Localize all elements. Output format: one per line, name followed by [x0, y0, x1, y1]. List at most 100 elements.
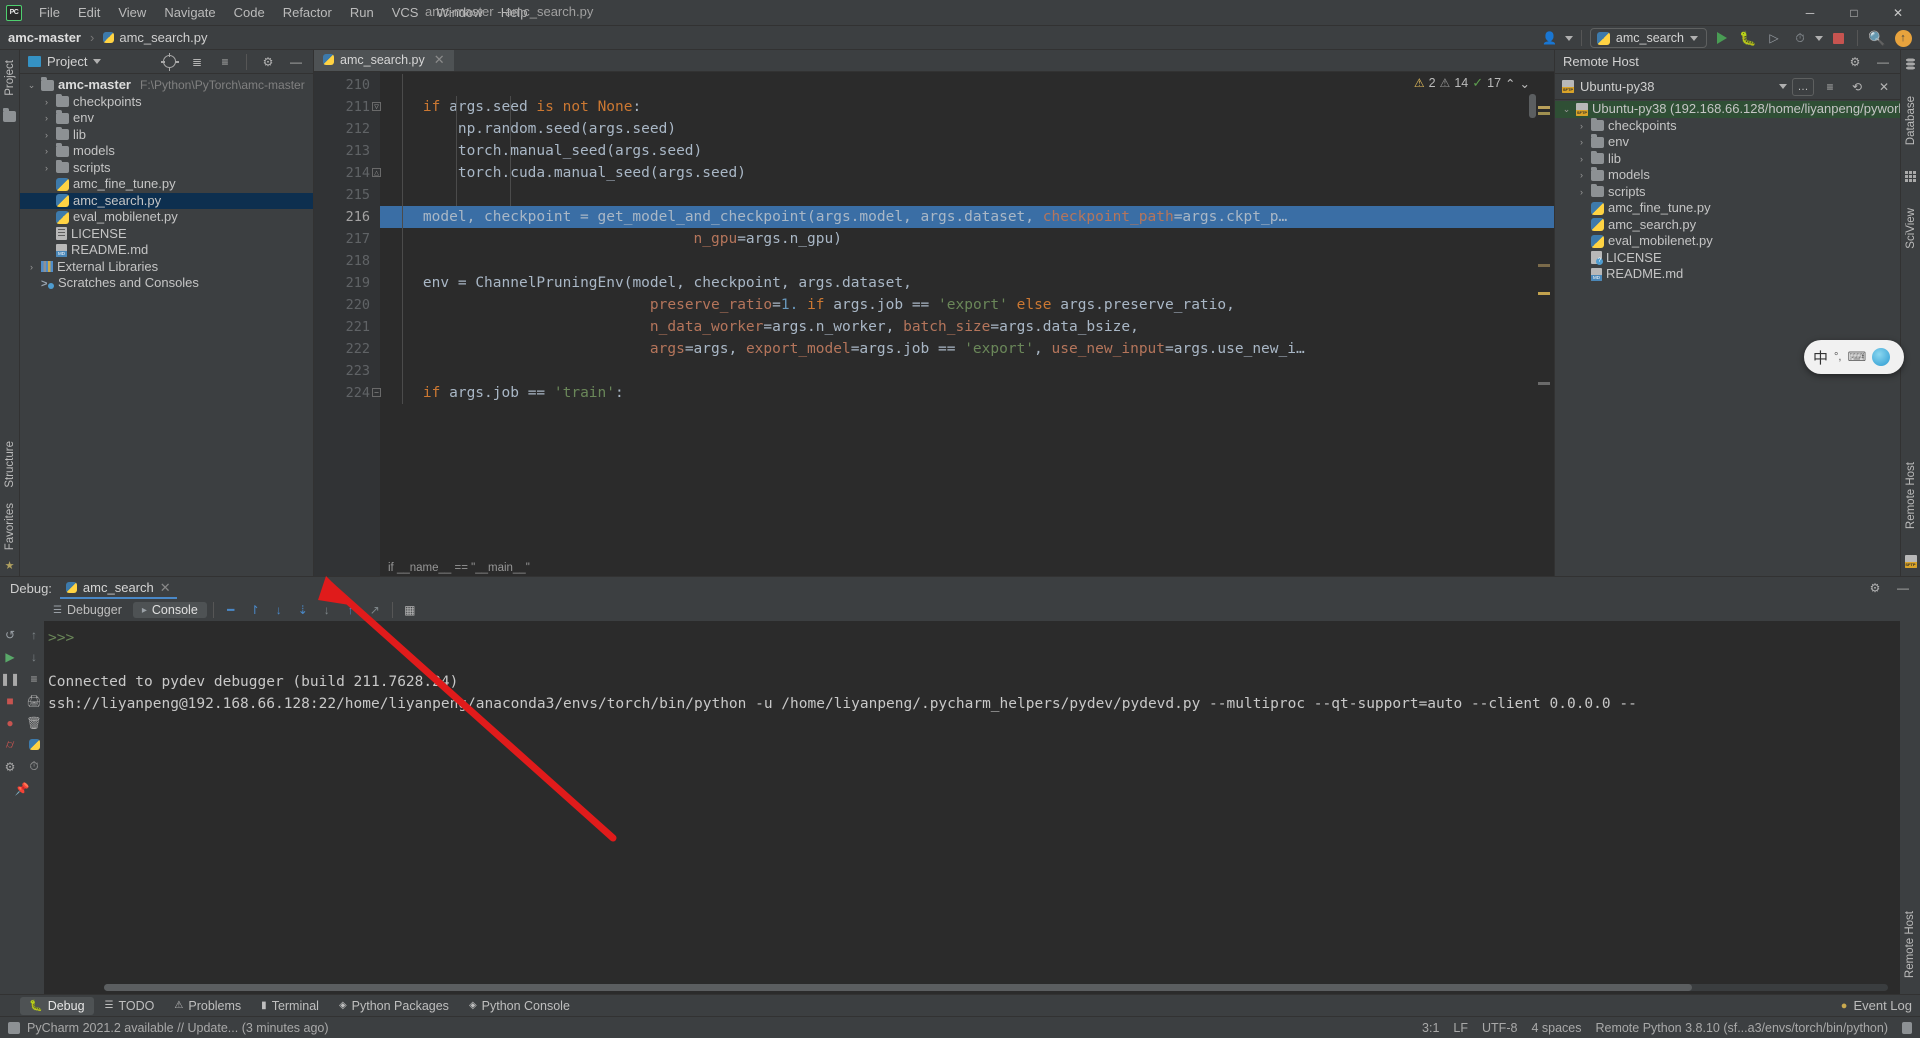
code-line[interactable]: args=args, export_model=args.job == 'exp…: [380, 338, 1554, 360]
chevron-right-icon[interactable]: ›: [41, 110, 52, 127]
tree-item[interactable]: README.md: [1555, 266, 1900, 283]
code-line[interactable]: env = ChannelPruningEnv(model, checkpoin…: [380, 272, 1554, 294]
pin-icon[interactable]: 📌: [11, 778, 33, 799]
step-over-icon[interactable]: ↾: [244, 600, 266, 620]
sidebar-tab-remote-host[interactable]: Remote Host: [1903, 456, 1919, 535]
print-icon[interactable]: 🖨: [23, 690, 45, 711]
tree-item[interactable]: amc_search.py: [1555, 217, 1900, 234]
debug-session-tab[interactable]: amc_search ✕: [59, 578, 177, 599]
close-tab-icon[interactable]: ✕: [434, 52, 445, 68]
hide-icon[interactable]: —: [1892, 578, 1914, 598]
line-number[interactable]: 215: [314, 184, 380, 206]
code-line[interactable]: torch.manual_seed(args.seed): [380, 140, 1554, 162]
tree-item[interactable]: › lib: [1555, 151, 1900, 168]
code-content[interactable]: if args.seed is not None: np.random.seed…: [380, 72, 1554, 576]
keyboard-icon[interactable]: ⌨: [1847, 349, 1866, 365]
code-line[interactable]: [380, 74, 1554, 96]
python-interpreter[interactable]: Remote Python 3.8.10 (sf...a3/envs/torch…: [1595, 1021, 1888, 1035]
chevron-right-icon[interactable]: ⌄: [26, 77, 37, 94]
caret-position[interactable]: 3:1: [1422, 1021, 1439, 1035]
tree-item[interactable]: eval_mobilenet.py: [20, 209, 313, 226]
gear-icon[interactable]: ⚙: [257, 52, 279, 72]
chevron-right-icon[interactable]: ›: [1576, 151, 1587, 168]
hide-icon[interactable]: —: [1872, 52, 1894, 72]
code-line[interactable]: np.random.seed(args.seed): [380, 118, 1554, 140]
next-problem-icon[interactable]: ⌄: [1520, 76, 1530, 91]
chevron-right-icon[interactable]: ›: [41, 127, 52, 144]
file-encoding[interactable]: UTF-8: [1482, 1021, 1517, 1035]
tree-item[interactable]: ⌄ amc-master F:\Python\PyTorch\amc-master: [20, 77, 313, 94]
locate-icon[interactable]: [158, 52, 180, 72]
debug-console-output[interactable]: >>> Connected to pydev debugger (build 21…: [44, 621, 1900, 994]
toolwindow-debug[interactable]: 🐛 Debug: [20, 996, 94, 1015]
resume-icon[interactable]: ▶: [0, 646, 21, 667]
code-line[interactable]: n_gpu=args.n_gpu): [380, 228, 1554, 250]
browse-button[interactable]: …: [1792, 77, 1814, 96]
run-configuration-selector[interactable]: amc_search: [1589, 28, 1707, 48]
tree-item[interactable]: README.md: [20, 242, 313, 259]
force-step-into-icon[interactable]: ⇣: [292, 600, 314, 620]
toolwindow-problems[interactable]: ⚠ Problems: [165, 997, 250, 1015]
history-icon[interactable]: ⏱: [23, 756, 45, 777]
horizontal-scrollbar[interactable]: [104, 984, 1888, 991]
editor-body[interactable]: 210 211 ▽ 212 213 214 △ 215 216 217 218 219 220 221 22…: [314, 72, 1554, 576]
profile-chevron-down-icon[interactable]: [1564, 35, 1573, 41]
menu-edit[interactable]: Edit: [69, 2, 109, 23]
update-available-icon[interactable]: ↑: [1892, 28, 1914, 48]
ime-floating-widget[interactable]: 中 °, ⌨: [1804, 340, 1904, 374]
project-file-tree[interactable]: ⌄ amc-master F:\Python\PyTorch\amc-master ›…: [20, 74, 313, 576]
scroll-down-icon[interactable]: ↓: [23, 646, 45, 667]
line-number[interactable]: 221: [314, 316, 380, 338]
pause-icon[interactable]: ❚❚: [0, 668, 21, 689]
step-into-icon[interactable]: ↓: [268, 600, 290, 620]
tree-item[interactable]: LICENSE: [20, 226, 313, 243]
notification-icon[interactable]: [8, 1021, 20, 1034]
profile-with-clock-icon[interactable]: ⏱: [1789, 28, 1811, 48]
line-number[interactable]: 214 △: [314, 162, 381, 184]
sidebar-tab-remote-host-bottom[interactable]: Remote Host: [1902, 905, 1918, 984]
code-line[interactable]: if args.seed is not None:: [380, 96, 1554, 118]
chevron-down-icon[interactable]: [1690, 35, 1698, 41]
sidebar-tab-favorites[interactable]: Favorites: [2, 497, 18, 556]
line-number[interactable]: 224−: [314, 382, 381, 404]
chevron-right-icon[interactable]: ⌄: [1561, 101, 1572, 118]
chevron-right-icon[interactable]: ›: [41, 160, 52, 177]
scroll-up-icon[interactable]: ↑: [23, 624, 45, 645]
indent-setting[interactable]: 4 spaces: [1531, 1021, 1581, 1035]
tree-item[interactable]: amc_fine_tune.py: [20, 176, 313, 193]
tree-item[interactable]: › checkpoints: [1555, 118, 1900, 135]
tree-item[interactable]: › checkpoints: [20, 94, 313, 111]
code-line[interactable]: model, checkpoint = get_model_and_checkp…: [380, 206, 1554, 228]
chevron-right-icon[interactable]: ›: [1576, 167, 1587, 184]
line-number[interactable]: 220: [314, 294, 380, 316]
sidebar-tab-sciview[interactable]: SciView: [1903, 202, 1919, 255]
code-line[interactable]: torch.cuda.manual_seed(args.seed): [380, 162, 1554, 184]
tree-item[interactable]: LICENSE: [1555, 250, 1900, 267]
refresh-icon[interactable]: ⟲: [1846, 77, 1868, 97]
horizontal-scrollbar-thumb[interactable]: [104, 984, 1692, 991]
event-log-label[interactable]: Event Log: [1853, 998, 1912, 1013]
tab-debugger[interactable]: ☰ Debugger: [44, 602, 131, 618]
stop-icon[interactable]: ■: [0, 690, 21, 711]
show-console-icon[interactable]: ━: [220, 600, 242, 620]
menu-navigate[interactable]: Navigate: [155, 2, 224, 23]
chevron-right-icon[interactable]: ›: [1576, 134, 1587, 151]
calculator-icon[interactable]: ▦: [399, 600, 421, 620]
stop-icon[interactable]: [1827, 28, 1849, 48]
toolwindow-todo[interactable]: ☰ TODO: [96, 997, 164, 1015]
tree-item[interactable]: amc_fine_tune.py: [1555, 200, 1900, 217]
tree-item[interactable]: › scripts: [1555, 184, 1900, 201]
line-number[interactable]: 222: [314, 338, 380, 360]
tree-item[interactable]: Scratches and Consoles: [20, 275, 313, 293]
line-number[interactable]: 211 ▽: [314, 96, 381, 118]
tree-item[interactable]: eval_mobilenet.py: [1555, 233, 1900, 250]
hide-icon[interactable]: —: [285, 52, 307, 72]
breadcrumb-file[interactable]: amc_search.py: [119, 30, 207, 45]
host-chevron-down-icon[interactable]: [1779, 84, 1787, 89]
tree-item[interactable]: › models: [20, 143, 313, 160]
search-everywhere-icon[interactable]: 🔍: [1866, 28, 1888, 48]
line-number[interactable]: 218: [314, 250, 380, 272]
tree-item[interactable]: › env: [1555, 134, 1900, 151]
minimize-button[interactable]: ─: [1788, 0, 1832, 26]
debug-icon[interactable]: 🐛: [1737, 28, 1759, 48]
